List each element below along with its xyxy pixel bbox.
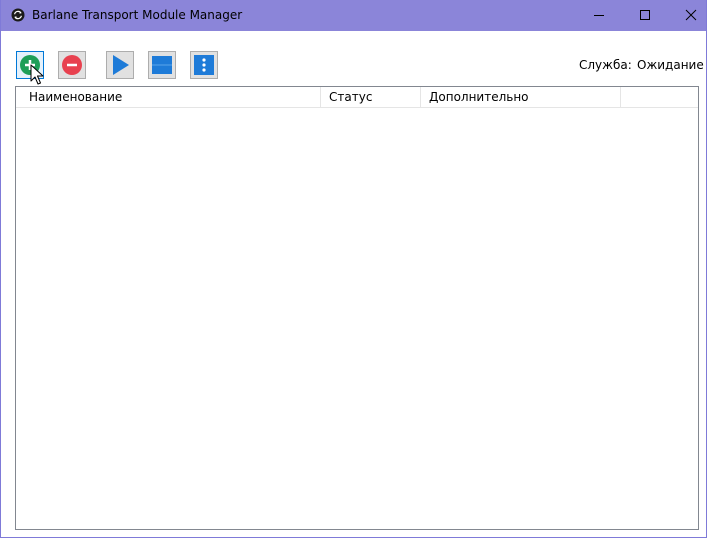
close-button[interactable]	[668, 0, 706, 31]
maximize-icon	[640, 10, 650, 20]
more-options-button[interactable]	[190, 51, 218, 79]
list-header: Наименование Статус Дополнительно	[16, 87, 698, 108]
maximize-button[interactable]	[622, 0, 668, 31]
column-header-extra[interactable]: Дополнительно	[421, 87, 621, 107]
start-button[interactable]	[106, 51, 134, 79]
play-icon	[113, 55, 129, 75]
more-vertical-icon	[194, 55, 214, 75]
column-header-status[interactable]: Статус	[321, 87, 421, 107]
service-status: Ожидание	[637, 58, 704, 72]
add-module-button[interactable]	[16, 51, 44, 79]
remove-circle-icon	[62, 55, 82, 75]
column-header-name[interactable]: Наименование	[16, 87, 321, 107]
window-title: Barlane Transport Module Manager	[32, 8, 243, 22]
add-circle-icon	[20, 55, 40, 75]
stop-button[interactable]	[148, 51, 176, 79]
remove-module-button[interactable]	[58, 51, 86, 79]
sync-circle-icon	[11, 8, 25, 22]
stop-icon	[152, 56, 172, 74]
column-header-filler	[621, 87, 698, 107]
title-bar[interactable]: Barlane Transport Module Manager	[1, 0, 706, 31]
modules-list[interactable]: Наименование Статус Дополнительно	[15, 86, 699, 530]
main-window: Barlane Transport Module Manager Служба:…	[0, 0, 707, 538]
minimize-button[interactable]	[576, 0, 622, 31]
minimize-icon	[594, 15, 604, 16]
close-icon	[685, 9, 697, 21]
service-label: Служба:	[579, 58, 632, 72]
